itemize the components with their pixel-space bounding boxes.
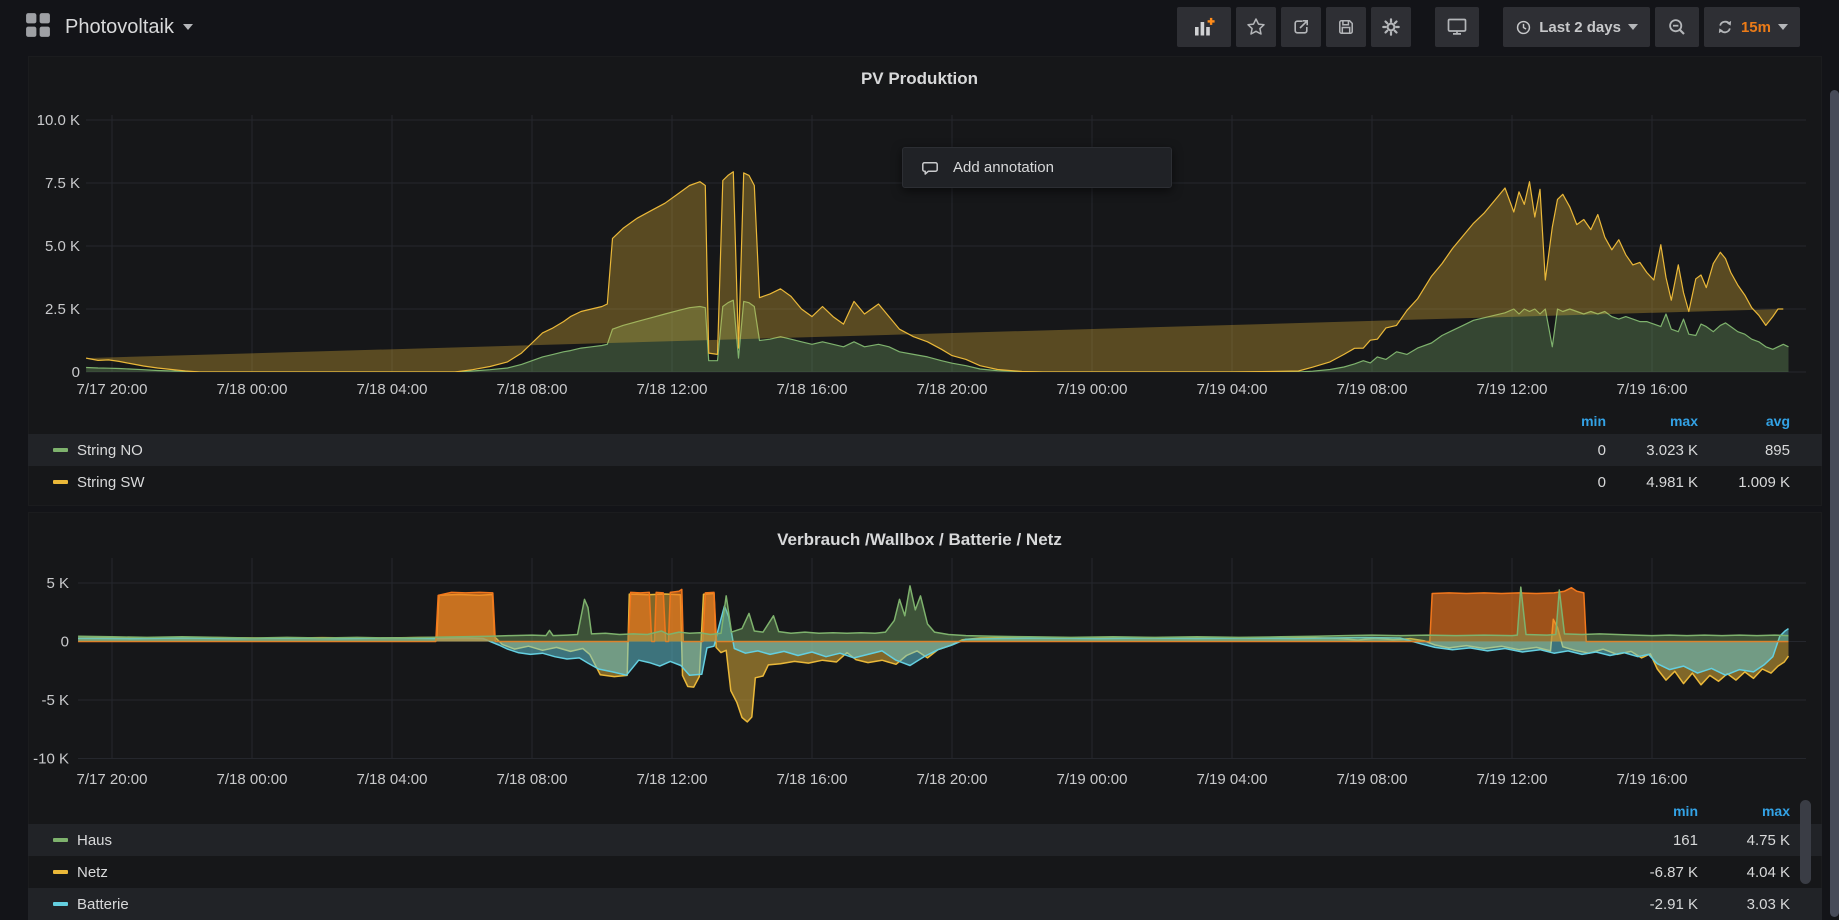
legend-value-max: 4.981 K bbox=[1606, 474, 1698, 491]
svg-text:7/18 12:00: 7/18 12:00 bbox=[637, 771, 708, 788]
comment-bubble-icon bbox=[920, 158, 940, 178]
legend-header-max[interactable]: max bbox=[1698, 803, 1790, 819]
legend-header-min[interactable]: min bbox=[1606, 803, 1698, 819]
series-color-swatch bbox=[53, 870, 68, 874]
svg-text:-5 K: -5 K bbox=[41, 692, 69, 709]
series-color-swatch bbox=[53, 448, 68, 452]
svg-text:7/18 20:00: 7/18 20:00 bbox=[917, 771, 988, 788]
legend-row-haus: Haus 1614.75 K bbox=[28, 824, 1822, 856]
series-color-swatch bbox=[53, 838, 68, 842]
legend-header-row: minmaxavg bbox=[28, 408, 1822, 434]
series-label: Haus bbox=[77, 832, 112, 849]
legend-header-avg[interactable]: avg bbox=[1698, 413, 1790, 429]
add-annotation-menu-item[interactable]: Add annotation bbox=[902, 147, 1172, 188]
legend-series-toggle[interactable]: Batterie bbox=[53, 896, 1606, 913]
svg-text:7/18 04:00: 7/18 04:00 bbox=[357, 771, 428, 788]
svg-text:7/18 08:00: 7/18 08:00 bbox=[497, 771, 568, 788]
legend-header-min[interactable]: min bbox=[1514, 413, 1606, 429]
svg-text:7/18 00:00: 7/18 00:00 bbox=[217, 771, 288, 788]
series-label: String NO bbox=[77, 442, 143, 459]
legend-value-avg: 1.009 K bbox=[1698, 474, 1790, 491]
legend-value-min: -6.87 K bbox=[1606, 864, 1698, 881]
series-label: Batterie bbox=[77, 896, 129, 913]
svg-text:7/19 00:00: 7/19 00:00 bbox=[1057, 771, 1128, 788]
series-label: String SW bbox=[77, 474, 145, 491]
series-color-swatch bbox=[53, 480, 68, 484]
series-color-swatch bbox=[53, 902, 68, 906]
legend-value-max: 3.023 K bbox=[1606, 442, 1698, 459]
legend-value-min: 161 bbox=[1606, 832, 1698, 849]
series-label: Netz bbox=[77, 864, 108, 881]
legend-value-min: 0 bbox=[1514, 474, 1606, 491]
svg-text:7/19 16:00: 7/19 16:00 bbox=[1617, 771, 1688, 788]
svg-text:7/19 08:00: 7/19 08:00 bbox=[1337, 771, 1408, 788]
svg-text:-10 K: -10 K bbox=[33, 751, 69, 768]
legend-value-max: 4.04 K bbox=[1698, 864, 1790, 881]
svg-text:5 K: 5 K bbox=[46, 575, 69, 592]
legend-header-row: minmax bbox=[28, 798, 1822, 824]
svg-text:7/19 12:00: 7/19 12:00 bbox=[1477, 771, 1548, 788]
legend-row-string-no: String NO 03.023 K895 bbox=[28, 434, 1822, 466]
legend-value-avg: 895 bbox=[1698, 442, 1790, 459]
legend-row-netz: Netz -6.87 K4.04 K bbox=[28, 856, 1822, 888]
legend-value-max: 3.03 K bbox=[1698, 896, 1790, 913]
add-annotation-label: Add annotation bbox=[953, 159, 1054, 176]
legend-row-batterie: Batterie -2.91 K3.03 K bbox=[28, 888, 1822, 920]
legend-value-min: -2.91 K bbox=[1606, 896, 1698, 913]
svg-text:7/19 04:00: 7/19 04:00 bbox=[1197, 771, 1268, 788]
legend-series-toggle[interactable]: Haus bbox=[53, 832, 1606, 849]
legend-row-string-sw: String SW 04.981 K1.009 K bbox=[28, 466, 1822, 498]
legend-series-toggle[interactable]: String SW bbox=[53, 474, 1514, 491]
verbrauch-legend: minmax Haus 1614.75 K Netz -6.87 K4.04 K Batt… bbox=[28, 798, 1822, 920]
svg-text:7/17 20:00: 7/17 20:00 bbox=[77, 771, 148, 788]
page-scrollbar[interactable] bbox=[1830, 90, 1839, 917]
legend-series-toggle[interactable]: Netz bbox=[53, 864, 1606, 881]
legend-header-max[interactable]: max bbox=[1606, 413, 1698, 429]
legend-scrollbar[interactable] bbox=[1800, 800, 1811, 884]
svg-text:0: 0 bbox=[61, 634, 69, 651]
pv-produktion-legend: minmaxavg String NO 03.023 K895 String SW 04… bbox=[28, 408, 1822, 498]
svg-text:7/18 16:00: 7/18 16:00 bbox=[777, 771, 848, 788]
legend-value-min: 0 bbox=[1514, 442, 1606, 459]
legend-series-toggle[interactable]: String NO bbox=[53, 442, 1514, 459]
legend-value-max: 4.75 K bbox=[1698, 832, 1790, 849]
